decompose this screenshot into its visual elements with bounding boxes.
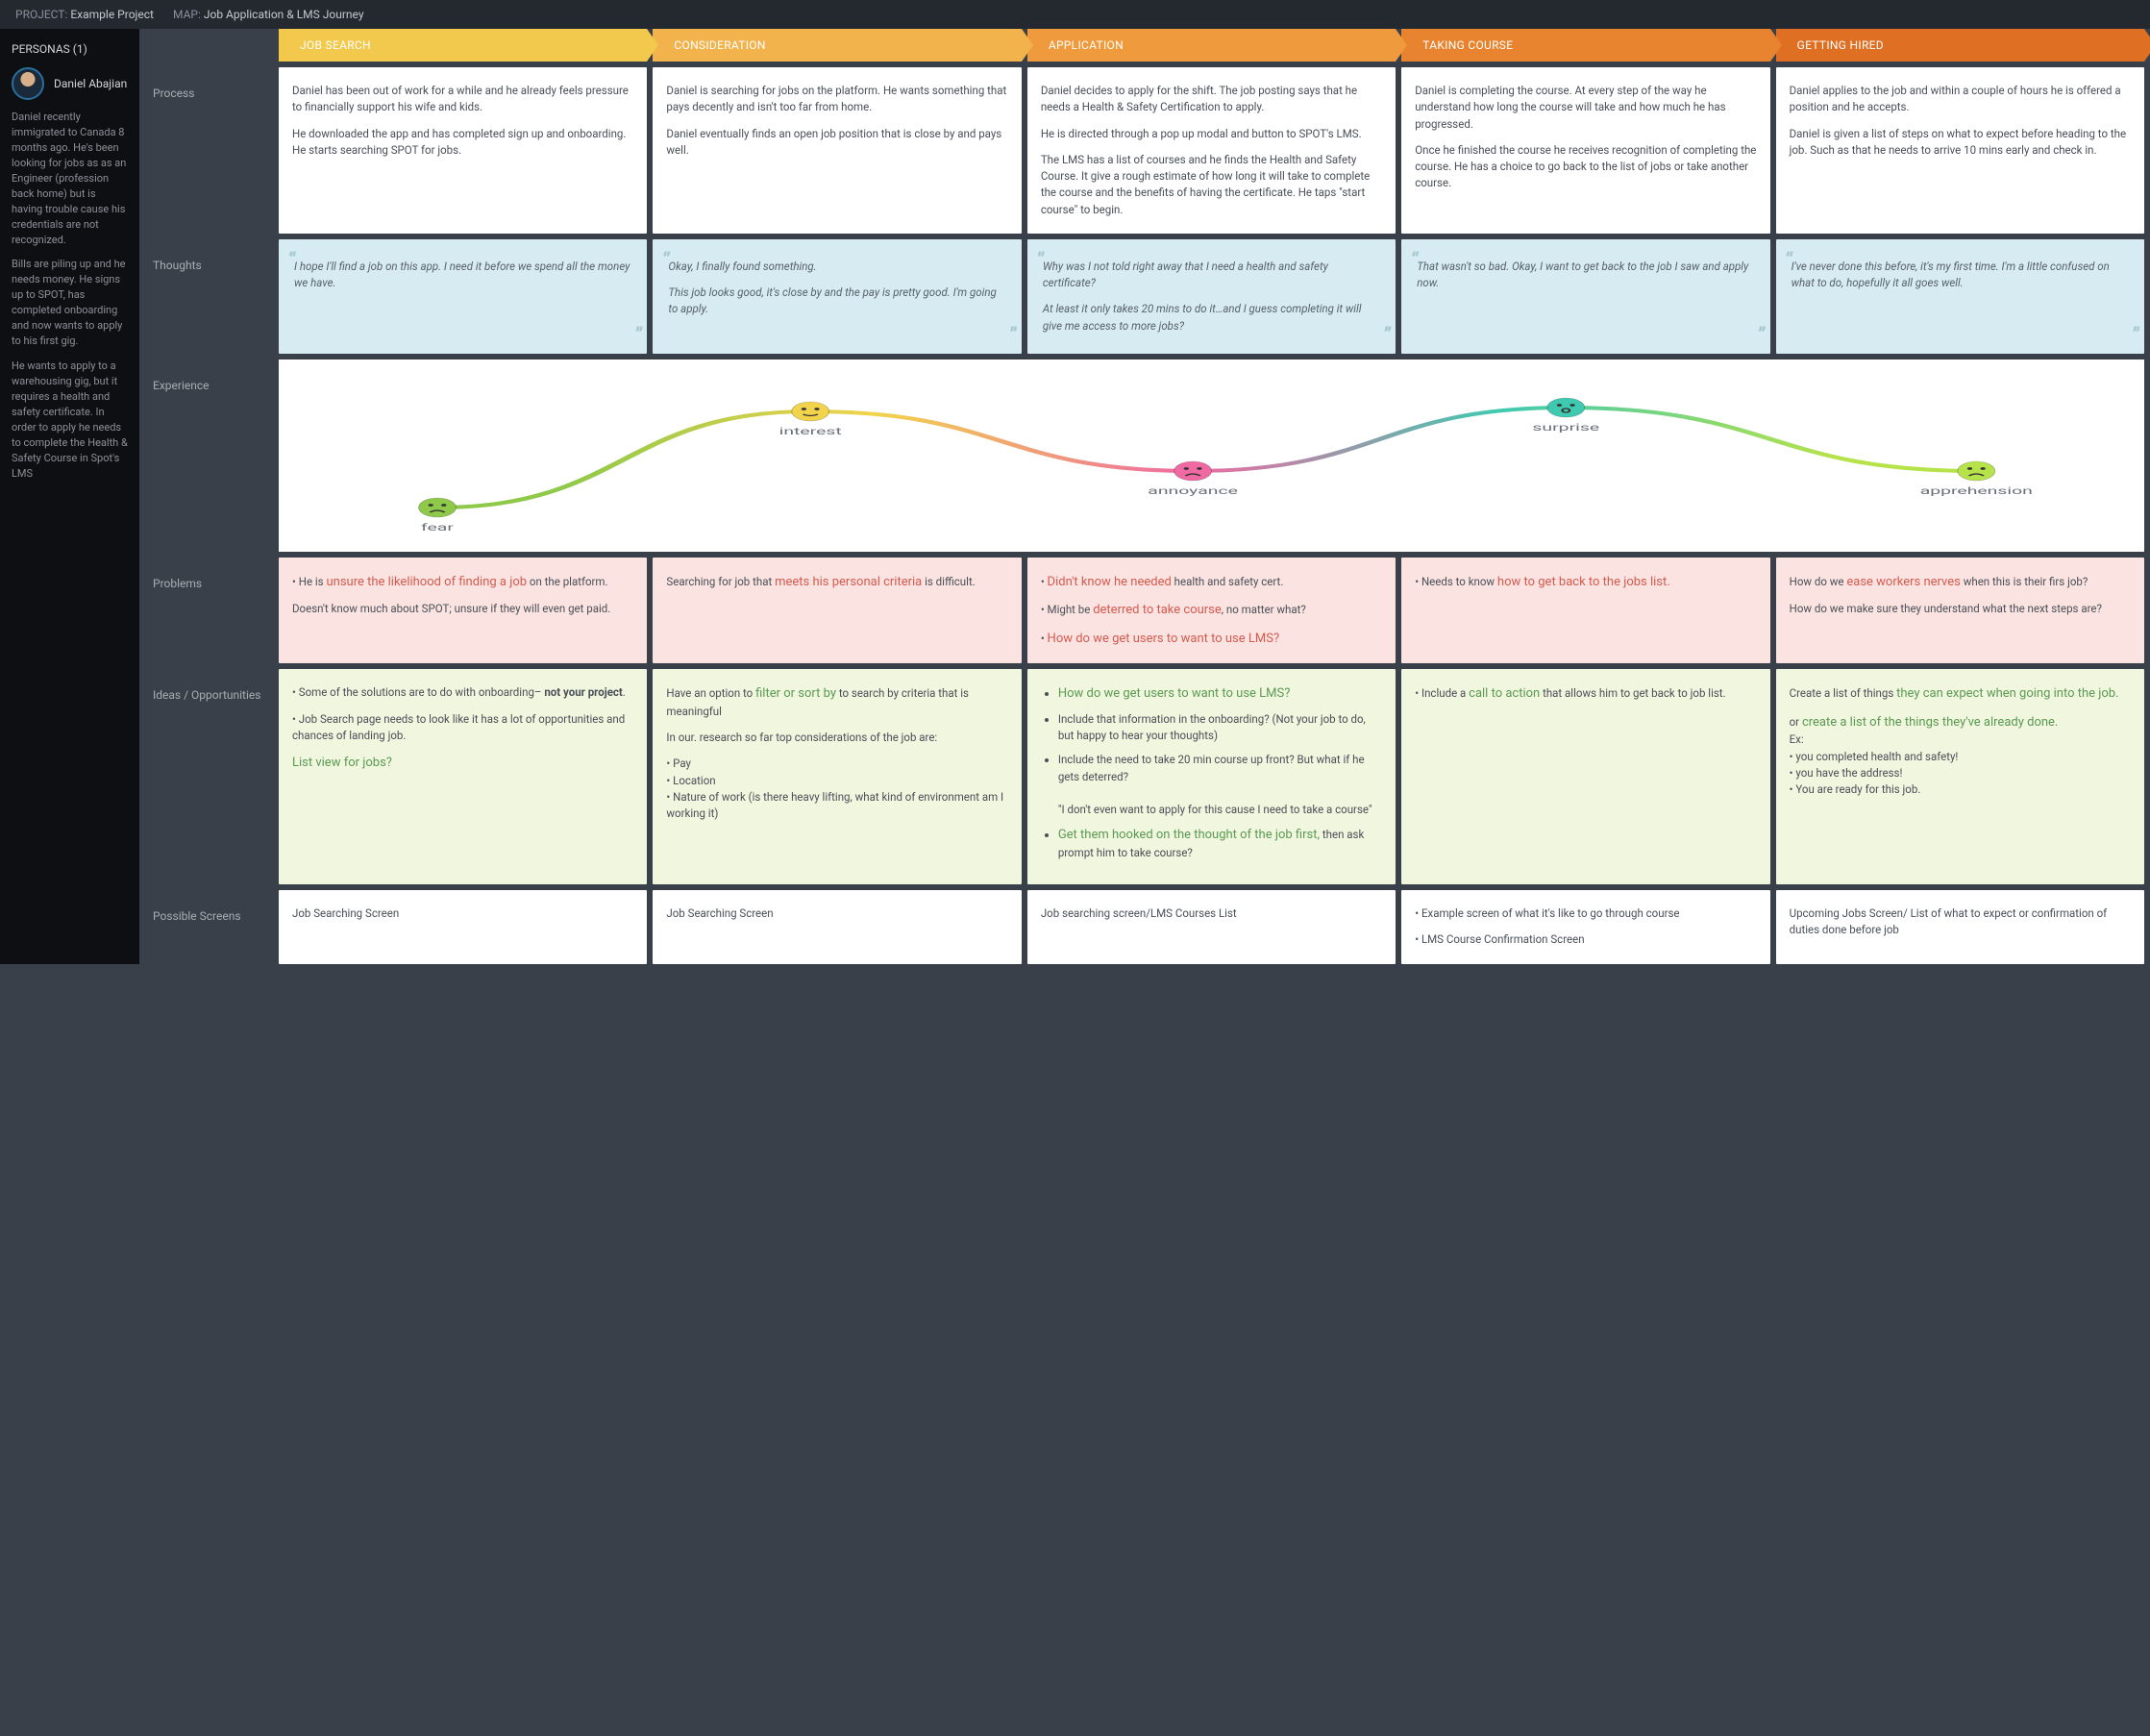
svg-text:fear: fear	[421, 522, 454, 533]
avatar	[12, 67, 44, 100]
experience-chart: fear interest annoyance surprise apprehensio…	[279, 360, 2144, 552]
stage-tab-1[interactable]: CONSIDERATION	[653, 29, 1021, 62]
screens-cell-0: Job Searching Screen	[279, 890, 647, 964]
process-cell-0: Daniel has been out of work for a while …	[279, 67, 647, 234]
row-label-experience: Experience	[139, 360, 279, 552]
screens-cell-4: Upcoming Jobs Screen/ List of what to ex…	[1776, 890, 2144, 964]
row-label-problems: Problems	[139, 558, 279, 664]
row-ideas: Ideas / Opportunities Some of the soluti…	[139, 669, 2150, 884]
persona-desc-p1: Daniel recently immigrated to Canada 8 m…	[12, 110, 128, 247]
svg-text:interest: interest	[779, 426, 842, 437]
ideas-cell-4: Create a list of things they can expect …	[1776, 669, 2144, 884]
persona-desc-p2: Bills are piling up and he needs money. …	[12, 257, 128, 349]
thoughts-cell-1: Okay, I finally found something.This job…	[653, 239, 1021, 354]
topbar: PROJECT: Example Project MAP: Job Applic…	[0, 0, 2150, 29]
svg-text:annoyance: annoyance	[1148, 485, 1238, 497]
personas-header: PERSONAS (1)	[0, 29, 139, 67]
process-cell-3: Daniel is completing the course. At ever…	[1401, 67, 1769, 234]
svg-text:surprise: surprise	[1532, 422, 1599, 434]
personas-sidebar: PERSONAS (1) Daniel Abajian Daniel recen…	[0, 29, 139, 964]
journey-map: JOB SEARCHCONSIDERATIONAPPLICATIONTAKING…	[139, 29, 2150, 964]
process-cell-4: Daniel applies to the job and within a c…	[1776, 67, 2144, 234]
problems-cell-2: Didn't know he needed health and safety …	[1027, 558, 1396, 664]
svg-text:apprehension: apprehension	[1920, 485, 2033, 497]
stage-tab-2[interactable]: APPLICATION	[1027, 29, 1396, 62]
problems-cell-1: Searching for job that meets his persona…	[653, 558, 1021, 664]
persona-name: Daniel Abajian	[54, 77, 127, 90]
process-cell-2: Daniel decides to apply for the shift. T…	[1027, 67, 1396, 234]
thoughts-cell-0: I hope I'll find a job on this app. I ne…	[279, 239, 647, 354]
row-process: Process Daniel has been out of work for …	[139, 67, 2150, 234]
row-experience: Experience fear interest annoyance surprise…	[139, 360, 2150, 552]
row-label-screens: Possible Screens	[139, 890, 279, 964]
row-label-thoughts: Thoughts	[139, 239, 279, 354]
screens-cell-1: Job Searching Screen	[653, 890, 1021, 964]
thoughts-cell-2: Why was I not told right away that I nee…	[1027, 239, 1396, 354]
row-problems: Problems He is unsure the likelihood of …	[139, 558, 2150, 664]
screens-cell-3: • Example screen of what it's like to go…	[1401, 890, 1769, 964]
ideas-cell-0: Some of the solutions are to do with onb…	[279, 669, 647, 884]
problems-cell-0: He is unsure the likelihood of finding a…	[279, 558, 647, 664]
map-label: MAP:	[173, 8, 201, 21]
row-screens: Possible Screens Job Searching ScreenJob…	[139, 890, 2150, 964]
stage-tab-3[interactable]: TAKING COURSE	[1401, 29, 1769, 62]
project-label: PROJECT:	[15, 8, 67, 21]
screens-cell-2: Job searching screen/LMS Courses List	[1027, 890, 1396, 964]
row-label-process: Process	[139, 67, 279, 234]
map-value: Job Application & LMS Journey	[204, 8, 364, 21]
ideas-cell-1: Have an option to filter or sort by to s…	[653, 669, 1021, 884]
persona-desc-p3: He wants to apply to a warehousing gig, …	[12, 359, 128, 482]
project-value: Example Project	[70, 8, 154, 21]
stage-tab-0[interactable]: JOB SEARCH	[279, 29, 647, 62]
persona-card[interactable]: Daniel Abajian Daniel recently immigrate…	[0, 67, 139, 505]
problems-cell-3: Needs to know how to get back to the job…	[1401, 558, 1769, 664]
row-label-ideas: Ideas / Opportunities	[139, 669, 279, 884]
problems-cell-4: How do we ease workers nerves when this …	[1776, 558, 2144, 664]
thoughts-cell-3: That wasn't so bad. Okay, I want to get …	[1401, 239, 1769, 354]
row-thoughts: Thoughts I hope I'll find a job on this …	[139, 239, 2150, 354]
process-cell-1: Daniel is searching for jobs on the plat…	[653, 67, 1021, 234]
ideas-cell-2: How do we get users to want to use LMS?I…	[1027, 669, 1396, 884]
ideas-cell-3: Include a call to action that allows him…	[1401, 669, 1769, 884]
thoughts-cell-4: I've never done this before, it's my fir…	[1776, 239, 2144, 354]
stage-tab-4[interactable]: GETTING HIRED	[1776, 29, 2144, 62]
